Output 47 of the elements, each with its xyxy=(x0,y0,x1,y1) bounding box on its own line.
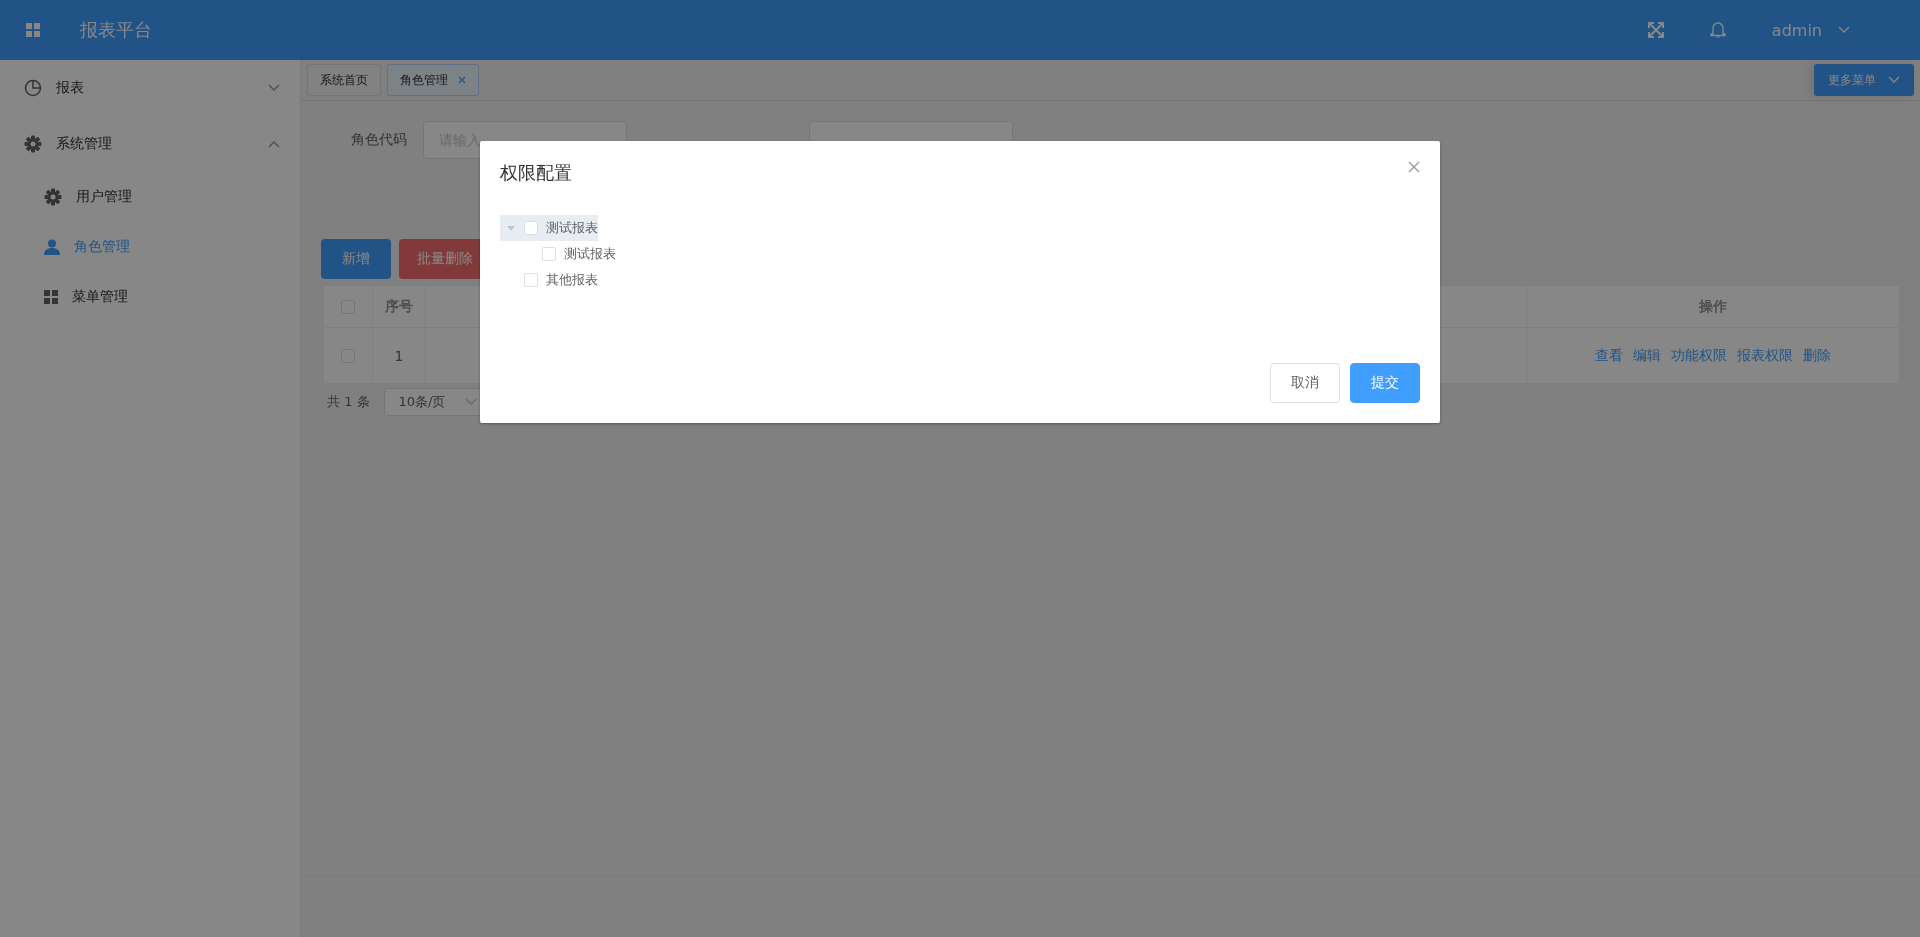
dialog-title: 权限配置 xyxy=(500,161,572,185)
chevron-down-icon xyxy=(465,398,478,406)
app-title: 报表平台 xyxy=(80,18,152,42)
field-label: 角色代码 xyxy=(351,131,408,149)
sidebar-item[interactable]: 报表 xyxy=(0,60,300,116)
action-link[interactable]: 查看 xyxy=(1595,346,1623,363)
checkbox[interactable] xyxy=(524,221,538,235)
table-cell: 1 xyxy=(394,347,404,364)
sidebar-item[interactable]: 菜单管理 xyxy=(0,272,300,322)
checkbox[interactable] xyxy=(524,273,538,287)
user-icon xyxy=(44,239,60,255)
caret-down-icon xyxy=(506,223,516,233)
tree-node[interactable]: 测试报表 xyxy=(500,241,616,267)
grid-icon xyxy=(44,290,58,304)
more-menu-button[interactable]: 更多菜单 xyxy=(1814,64,1914,96)
action-link[interactable]: 功能权限 xyxy=(1671,346,1727,363)
close-icon xyxy=(1408,161,1420,173)
fullscreen-icon xyxy=(1647,22,1664,38)
column-header: 操作 xyxy=(1699,297,1727,314)
add-button[interactable]: 新增 xyxy=(321,239,391,279)
chevron-down-icon xyxy=(1838,26,1850,34)
column-header: 序号 xyxy=(385,297,413,314)
submit-button[interactable]: 提交 xyxy=(1350,363,1420,403)
action-link[interactable]: 编辑 xyxy=(1633,346,1661,363)
tab[interactable]: 角色管理 xyxy=(387,64,479,96)
user-menu[interactable]: admin xyxy=(1771,20,1850,40)
gear-icon xyxy=(44,188,62,206)
close-icon xyxy=(458,76,466,84)
chevron-up-icon xyxy=(268,140,280,148)
sidebar-item[interactable]: 用户管理 xyxy=(0,172,300,222)
pie-chart-icon xyxy=(24,79,42,97)
sidebar-item[interactable]: 系统管理 xyxy=(0,116,300,172)
tab[interactable]: 系统首页 xyxy=(307,64,381,96)
chevron-down-icon xyxy=(1888,76,1900,84)
bell-icon xyxy=(1709,21,1726,39)
gear-icon xyxy=(24,135,42,153)
user-name: admin xyxy=(1771,20,1822,40)
checkbox[interactable] xyxy=(542,247,556,261)
sidebar-item[interactable]: 角色管理 xyxy=(0,222,300,272)
total-count: 共 1 条 xyxy=(327,393,370,411)
cancel-button[interactable]: 取消 xyxy=(1270,363,1340,403)
action-link[interactable]: 报表权限 xyxy=(1737,346,1793,363)
tree-node[interactable]: 其他报表 xyxy=(500,267,598,293)
action-link[interactable]: 删除 xyxy=(1803,346,1831,363)
tree-node[interactable]: 测试报表 xyxy=(500,215,598,241)
grid-icon xyxy=(26,23,40,37)
chevron-down-icon xyxy=(268,84,280,92)
